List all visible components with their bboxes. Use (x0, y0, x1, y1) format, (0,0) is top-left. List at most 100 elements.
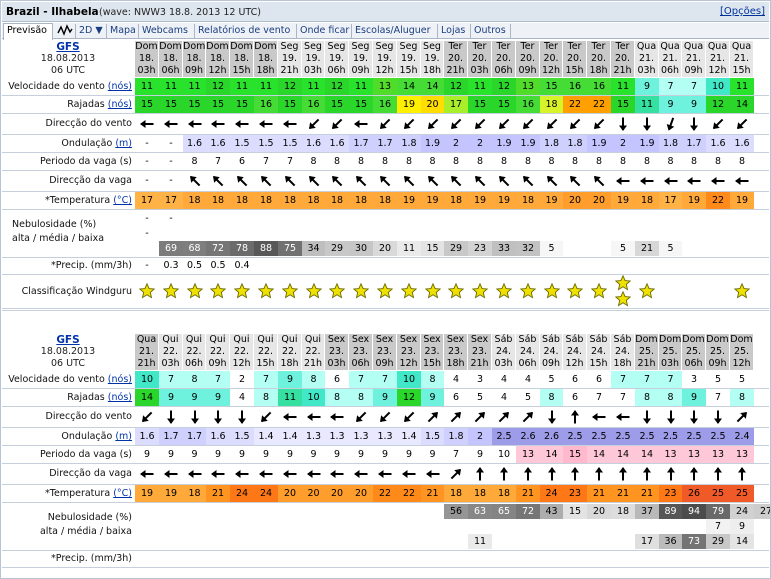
precip-cell (516, 551, 540, 567)
day-header: Dom 18. 12h (206, 41, 230, 77)
cloud-high-cell (278, 504, 302, 519)
tab-relat-rios-de-vento[interactable]: Relatórios de vento (195, 24, 297, 39)
wind-direction-row-cell (206, 407, 230, 427)
gusts-cell: 15 (206, 96, 230, 113)
cloud-mid-cell (682, 519, 706, 534)
tab-previs-o[interactable]: Previsão (3, 23, 53, 40)
hour: 09h (208, 358, 227, 369)
wind-direction-row-cell (278, 407, 302, 427)
options-link[interactable]: [Opções] (720, 6, 765, 17)
wind-direction-text: Direcção do vento (45, 118, 132, 129)
wind-unit-link[interactable]: (nós) (108, 81, 132, 92)
wind-direction-arrow-icon (571, 410, 579, 424)
cloud-low-cell (587, 534, 611, 549)
cloud-low-cell (611, 534, 635, 549)
wave-direction-row-cell (492, 171, 516, 191)
gusts-unit-link[interactable]: (nós) (108, 99, 132, 110)
wave-period-cell: 13 (706, 446, 730, 463)
gusts-cell: 7 (587, 389, 611, 406)
temperature-cell: 18 (183, 485, 206, 502)
tab-escolas-aluguer[interactable]: Escolas/Aluguer (352, 24, 438, 39)
day-date: 20. (495, 53, 512, 64)
cloud-mid-cell (468, 226, 492, 241)
swell-cell: 2.5 (611, 428, 635, 445)
day-name: Dom (682, 334, 705, 345)
swell-cell: 1.9 (492, 135, 516, 152)
model-link[interactable]: GFS (2, 41, 134, 53)
wind-unit-link[interactable]: (nós) (108, 374, 132, 385)
star-icon (639, 283, 655, 299)
star-icon (377, 283, 393, 299)
hour: 06h (351, 358, 370, 369)
wind-direction-arrow-icon (187, 120, 201, 128)
cloud-high-cell: 56 (444, 504, 468, 519)
cloud-low-cell: 36 (659, 534, 682, 549)
day-date: 19. (400, 53, 417, 64)
rating-cell (135, 275, 159, 308)
gusts-cell: 7 (706, 389, 730, 406)
swell-unit-link[interactable]: (m) (115, 138, 132, 149)
day-name: Qui (185, 334, 203, 345)
model-link[interactable]: GFS (2, 334, 134, 346)
tab-mapa[interactable]: Mapa (107, 24, 139, 39)
wind-speed-cell: 10 (706, 78, 730, 95)
wave-period-cell: 8 (452, 156, 460, 167)
tab-2d[interactable]: 2D ▼ (76, 24, 107, 39)
day-date: 23. (400, 346, 417, 357)
day-date: 22. (257, 346, 274, 357)
model-date: 18.08.2013 (40, 53, 96, 64)
cloud-mid-cell (540, 226, 563, 241)
wind-direction-row-cell (349, 407, 373, 427)
day-header: Dom 25. 03h (659, 334, 682, 370)
cloud-mid-cell (611, 519, 635, 534)
temperature-unit-link[interactable]: (°C) (113, 195, 132, 206)
cloud-high-cell: 24 (730, 504, 754, 519)
wave-direction-arrow-icon (283, 470, 297, 478)
day-header: Sáb 24. 03h (492, 334, 516, 370)
wind-speed-cell: 16 (563, 78, 587, 95)
hour: 18h (256, 65, 275, 76)
wind-direction-row-cell (730, 114, 754, 134)
temperature-unit-link[interactable]: (°C) (113, 488, 132, 499)
swell-cell: 1.6 (730, 135, 754, 152)
precip-cell (302, 258, 325, 274)
day-header: Dom 25. 09h (706, 334, 730, 370)
day-name: Ter (544, 41, 558, 52)
wind-direction-arrow-icon (235, 120, 249, 128)
day-date: 25. (662, 346, 678, 357)
gusts-cell: 9 (659, 96, 682, 113)
cloud-low-cell: 11 (468, 534, 492, 549)
cloud-high-cell (659, 211, 682, 226)
cloud-label-line1: Nebulosidade (%) (12, 219, 97, 230)
day-date: 19. (281, 53, 298, 64)
wind-direction-arrow-icon (643, 410, 651, 424)
temperature-cell: 18 (516, 192, 540, 209)
rating-cell (492, 275, 516, 308)
tab-lojas[interactable]: Lojas (438, 24, 471, 39)
wave-direction-row-cell (349, 464, 373, 484)
tab-outros[interactable]: Outros (471, 24, 511, 39)
rating-cell (611, 275, 635, 308)
day-name: Sáb (613, 334, 632, 345)
swell-unit-link[interactable]: (m) (115, 431, 132, 442)
wave-period-cell: 14 (587, 446, 611, 463)
tab-webcams[interactable]: Webcams (139, 24, 195, 39)
wave-direction-row-cell: - (169, 175, 173, 186)
gusts-unit-link[interactable]: (nós) (108, 392, 132, 403)
precip-cell (397, 551, 421, 567)
wave-period-cell: 7 (214, 156, 222, 167)
hour: 21h (470, 358, 489, 369)
tab-onde-ficar[interactable]: Onde ficar (297, 24, 352, 39)
day-header: Qui 22. 03h (159, 334, 183, 370)
cloud-low-cell (206, 534, 230, 549)
gusts-cell: 8 (730, 389, 754, 406)
wave-direction-row-cell (421, 464, 444, 484)
wave-direction-row-cell (659, 464, 682, 484)
rating-cell (397, 275, 421, 308)
day-date: 21. (638, 53, 655, 64)
day-date: 21. (733, 53, 750, 64)
precip-cell (611, 551, 635, 567)
hour: 21h (137, 358, 156, 369)
tab-wave-chart[interactable] (54, 24, 76, 39)
hour: 21h (303, 358, 323, 369)
